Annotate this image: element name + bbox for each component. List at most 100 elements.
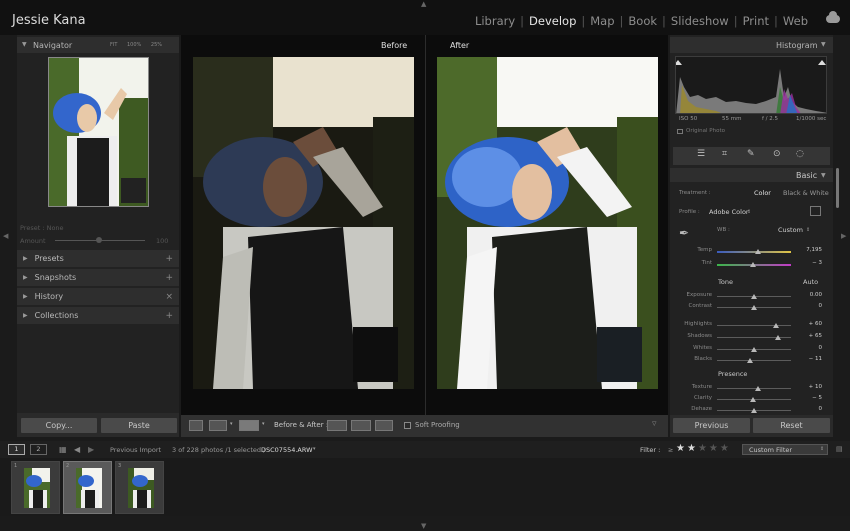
zoom-100[interactable]: 100%	[127, 42, 141, 48]
reset-button[interactable]: Reset	[753, 418, 830, 433]
module-develop[interactable]: Develop	[527, 14, 578, 28]
rating-star-icon[interactable]: ★	[687, 443, 696, 454]
highlights-slider-track[interactable]	[717, 325, 791, 326]
temp-slider-knob[interactable]	[754, 249, 761, 254]
wb-select[interactable]: Custom	[778, 226, 803, 234]
wb-dropdown-icon[interactable]: ⇕	[806, 227, 810, 233]
after-image[interactable]	[437, 57, 658, 389]
toolbar-menu-icon[interactable]: ▿	[652, 419, 657, 429]
clear-history-icon[interactable]: ×	[165, 292, 173, 302]
crop-icon[interactable]: ⌗	[722, 149, 727, 159]
module-slideshow[interactable]: Slideshow	[669, 14, 731, 28]
navigator-disclosure-icon[interactable]: ▼	[22, 41, 27, 48]
before-image[interactable]	[193, 57, 414, 389]
profile-browser-icon[interactable]	[810, 206, 821, 216]
selected-filename[interactable]: DSC07554.ARW	[261, 446, 313, 454]
masking-icon[interactable]: ◌	[796, 149, 804, 159]
before-after-lr-icon[interactable]	[209, 420, 227, 431]
back-arrow-icon[interactable]: ◀	[74, 445, 80, 454]
add-snapshot-icon[interactable]: +	[165, 273, 173, 283]
grid-view-icon[interactable]: ▦	[59, 445, 67, 454]
dropdown-arrow-icon[interactable]: ▾	[262, 421, 265, 427]
filmstrip-thumb[interactable]: 1	[11, 461, 60, 514]
wb-eyedropper-icon[interactable]: ✒	[679, 226, 689, 240]
module-print[interactable]: Print	[741, 14, 771, 28]
treatment-bw-option[interactable]: Black & White	[783, 189, 829, 197]
presets-panel-header[interactable]: ▶ Presets +	[17, 250, 179, 267]
highlights-value[interactable]: + 60	[792, 321, 822, 327]
whites-value[interactable]: 0	[792, 345, 823, 351]
module-library[interactable]: Library	[473, 14, 517, 28]
histogram-graph[interactable]	[675, 56, 827, 114]
histogram-disclosure-icon[interactable]: ▼	[821, 41, 826, 48]
filter-comparison-icon[interactable]: ≥	[668, 446, 673, 454]
window-2-button[interactable]: 2	[30, 444, 47, 455]
navigator-preview[interactable]	[48, 57, 149, 207]
tint-slider-knob[interactable]	[749, 262, 756, 267]
forward-arrow-icon[interactable]: ▶	[88, 445, 94, 454]
tint-value[interactable]: − 3	[792, 260, 822, 266]
basic-disclosure-icon[interactable]: ▼	[821, 172, 826, 179]
loupe-view-icon[interactable]	[189, 420, 203, 431]
zoom-fit[interactable]: FIT	[110, 42, 117, 48]
history-panel-header[interactable]: ▶ History ×	[17, 288, 179, 305]
blacks-value[interactable]: − 11	[792, 356, 822, 362]
rating-star-icon[interactable]: ★	[709, 443, 718, 454]
filter-dropdown-icon[interactable]: ⇕	[820, 446, 824, 452]
treatment-color-option[interactable]: Color	[754, 189, 771, 197]
collapse-top-arrow-icon[interactable]: ▲	[421, 0, 426, 8]
zoom-25[interactable]: 25%	[151, 42, 162, 48]
filter-lock-icon[interactable]: ▤	[836, 445, 843, 453]
clarity-value[interactable]: − 5	[792, 395, 822, 401]
exposure-value[interactable]: 0.00	[792, 292, 822, 298]
copy-after-to-before-icon[interactable]	[351, 420, 371, 431]
before-after-split-icon[interactable]	[239, 420, 259, 431]
clarity-slider-knob[interactable]	[749, 397, 756, 402]
filename-dropdown-icon[interactable]: ▾	[313, 446, 316, 452]
rating-star-icon[interactable]: ★	[676, 443, 685, 454]
texture-slider-knob[interactable]	[754, 386, 761, 391]
window-1-button[interactable]: 1	[8, 444, 25, 455]
swap-before-after-icon[interactable]	[375, 420, 393, 431]
previous-button[interactable]: Previous	[673, 418, 750, 433]
blacks-slider-track[interactable]	[717, 360, 791, 361]
collapse-right-arrow-icon[interactable]: ▶	[841, 232, 846, 240]
exposure-slider-knob[interactable]	[751, 294, 757, 299]
module-book[interactable]: Book	[626, 14, 659, 28]
navigator-zoom-options[interactable]: FIT 100% 25%	[110, 42, 162, 48]
tone-auto-button[interactable]: Auto	[803, 278, 818, 286]
copy-button[interactable]: Copy...	[21, 418, 97, 433]
contrast-slider-knob[interactable]	[751, 305, 757, 310]
dehaze-slider-knob[interactable]	[751, 408, 757, 413]
profile-dropdown-icon[interactable]: ⇕	[747, 209, 751, 215]
highlights-slider-knob[interactable]	[773, 323, 780, 328]
module-map[interactable]: Map	[588, 14, 616, 28]
profile-select[interactable]: Adobe Color	[709, 208, 749, 216]
module-web[interactable]: Web	[781, 14, 810, 28]
filmstrip-source[interactable]: Previous Import	[110, 446, 161, 454]
copy-before-to-after-icon[interactable]	[327, 420, 347, 431]
dehaze-value[interactable]: 0	[792, 406, 823, 412]
shadows-value[interactable]: + 65	[792, 333, 822, 339]
collections-panel-header[interactable]: ▶ Collections +	[17, 307, 179, 324]
collapse-bottom-arrow-icon[interactable]: ▼	[421, 522, 426, 530]
filmstrip-thumb[interactable]: 3	[115, 461, 164, 514]
rating-star-icon[interactable]: ★	[698, 443, 707, 454]
collapse-left-arrow-icon[interactable]: ◀	[3, 232, 8, 240]
add-collection-icon[interactable]: +	[165, 311, 173, 321]
red-eye-icon[interactable]: ⊙	[773, 149, 781, 159]
healing-icon[interactable]: ✎	[747, 149, 755, 159]
dropdown-arrow-icon[interactable]: ▾	[230, 421, 233, 427]
soft-proofing-checkbox[interactable]	[404, 422, 411, 429]
paste-button[interactable]: Paste	[101, 418, 177, 433]
amount-slider-knob[interactable]	[96, 237, 102, 243]
contrast-value[interactable]: 0	[792, 303, 823, 309]
texture-value[interactable]: + 10	[792, 384, 822, 390]
blacks-slider-knob[interactable]	[746, 358, 753, 363]
filmstrip-thumb-selected[interactable]: 2	[63, 461, 112, 514]
rating-filter[interactable]: ★ ★ ★ ★ ★	[676, 443, 729, 454]
whites-slider-knob[interactable]	[751, 347, 757, 352]
rating-star-icon[interactable]: ★	[720, 443, 729, 454]
shadows-slider-knob[interactable]	[774, 335, 781, 340]
snapshots-panel-header[interactable]: ▶ Snapshots +	[17, 269, 179, 286]
